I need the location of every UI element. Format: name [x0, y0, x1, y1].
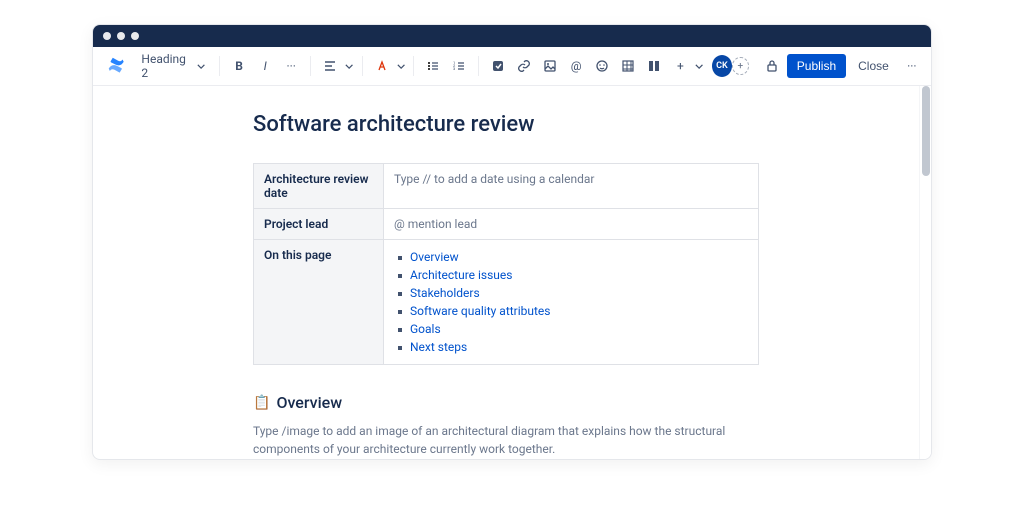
list-item: Goals [396, 320, 748, 338]
text-style-label: Heading 2 [141, 52, 190, 80]
image-button[interactable] [539, 54, 561, 78]
numbered-list-button[interactable]: 123 [448, 54, 470, 78]
mention-button[interactable]: @ [565, 54, 587, 78]
table-row: Project lead @ mention lead [254, 209, 759, 240]
toolbar-separator [478, 56, 479, 76]
action-item-button[interactable] [487, 54, 509, 78]
window-dot[interactable] [131, 32, 139, 40]
bullet-list-button[interactable] [422, 54, 444, 78]
table-of-contents: Overview Architecture issues Stakeholder… [394, 248, 748, 356]
link-button[interactable] [513, 54, 535, 78]
editor-canvas[interactable]: Software architecture review Architectur… [93, 86, 919, 459]
section-heading-text: Overview [276, 393, 342, 412]
scrollbar-thumb[interactable] [922, 86, 930, 176]
svg-text:3: 3 [453, 66, 455, 71]
add-people-button[interactable]: + [732, 57, 749, 75]
layouts-button[interactable] [643, 54, 665, 78]
list-item: Next steps [396, 338, 748, 356]
meta-value[interactable]: @ mention lead [384, 209, 759, 240]
toc-cell: Overview Architecture issues Stakeholder… [384, 240, 759, 365]
meta-label: On this page [254, 240, 384, 365]
table-row: Architecture review date Type // to add … [254, 164, 759, 209]
chevron-down-icon [345, 62, 353, 71]
overview-placeholder-text[interactable]: Type /image to add an image of an archit… [253, 422, 759, 458]
toc-link[interactable]: Architecture issues [410, 268, 512, 282]
toolbar-separator [219, 56, 220, 76]
meta-label: Project lead [254, 209, 384, 240]
close-button[interactable]: Close [850, 54, 897, 78]
avatar[interactable]: CK [712, 55, 732, 77]
avatar-initials: CK [716, 61, 728, 71]
page: Software architecture review Architectur… [253, 112, 759, 458]
list-item: Stakeholders [396, 284, 748, 302]
restrictions-button[interactable] [761, 54, 783, 78]
clipboard-icon: 📋 [253, 395, 270, 411]
toc-link[interactable]: Overview [410, 250, 459, 264]
table-row: On this page Overview Architecture issue… [254, 240, 759, 365]
chevron-down-icon [397, 62, 405, 71]
toc-link[interactable]: Software quality attributes [410, 304, 550, 318]
app-window: Heading 2 B I ··· 123 [92, 24, 932, 460]
meta-label: Architecture review date [254, 164, 384, 209]
chevron-down-icon [197, 62, 205, 71]
list-item: Software quality attributes [396, 302, 748, 320]
section-heading-overview[interactable]: 📋 Overview [253, 393, 759, 412]
align-button[interactable] [319, 54, 341, 78]
italic-button[interactable]: I [254, 54, 276, 78]
insert-button[interactable]: + [669, 54, 691, 78]
vertical-scrollbar[interactable] [919, 86, 931, 459]
metadata-table: Architecture review date Type // to add … [253, 163, 759, 365]
toc-link[interactable]: Next steps [410, 340, 467, 354]
table-button[interactable] [617, 54, 639, 78]
editor-app: Heading 2 B I ··· 123 [93, 47, 931, 459]
emoji-button[interactable] [591, 54, 613, 78]
more-actions-button[interactable]: ··· [901, 54, 923, 78]
page-title[interactable]: Software architecture review [253, 112, 759, 137]
text-style-select[interactable]: Heading 2 [135, 48, 211, 84]
toc-link[interactable]: Stakeholders [410, 286, 480, 300]
editor-toolbar: Heading 2 B I ··· 123 [93, 47, 931, 86]
toolbar-separator [362, 56, 363, 76]
more-formatting-button[interactable]: ··· [280, 54, 302, 78]
toolbar-separator [310, 56, 311, 76]
chevron-down-icon [695, 62, 703, 71]
window-titlebar [93, 25, 931, 47]
content-scroll: Software architecture review Architectur… [93, 86, 931, 459]
toolbar-separator [413, 56, 414, 76]
toc-link[interactable]: Goals [410, 322, 441, 336]
publish-button[interactable]: Publish [787, 54, 846, 78]
text-color-button[interactable] [370, 54, 392, 78]
list-item: Overview [396, 248, 748, 266]
window-dot[interactable] [117, 32, 125, 40]
meta-value[interactable]: Type // to add a date using a calendar [384, 164, 759, 209]
window-dot[interactable] [103, 32, 111, 40]
list-item: Architecture issues [396, 266, 748, 284]
bold-button[interactable]: B [228, 54, 250, 78]
confluence-logo-icon [107, 56, 125, 76]
